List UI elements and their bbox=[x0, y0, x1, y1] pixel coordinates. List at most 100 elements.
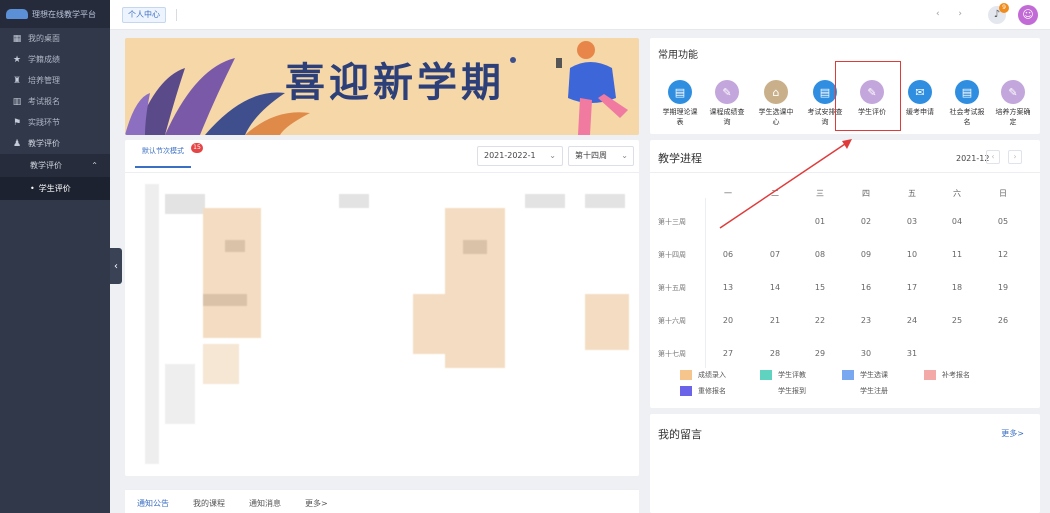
logo-text: 理想在线教学平台 bbox=[32, 9, 96, 19]
legend-swatch bbox=[924, 370, 936, 380]
calendar-day[interactable]: 16 bbox=[851, 283, 881, 292]
teaching-progress-panel: 教学进程 2021-12 ‹ › 一 二 三 四 五 六 日第十三周 01 02 03 04 05 第十… bbox=[650, 140, 1040, 408]
calendar-day[interactable]: 14 bbox=[760, 283, 790, 292]
calendar-day[interactable]: 01 bbox=[805, 217, 835, 226]
week-label: 第十五周 bbox=[658, 284, 686, 292]
calendar-day[interactable]: 23 bbox=[851, 316, 881, 325]
calendar-day[interactable]: 11 bbox=[942, 250, 972, 259]
function-item-1[interactable]: ✎ 课程成绩查询 bbox=[707, 80, 747, 127]
legend-item: 学生评教 bbox=[760, 370, 806, 380]
sidebar-item-3[interactable]: ▥ 考试报名 bbox=[0, 91, 110, 112]
calendar-day[interactable]: 31 bbox=[897, 349, 927, 358]
week-label: 第十四周 bbox=[658, 251, 686, 259]
calendar-day[interactable]: 22 bbox=[805, 316, 835, 325]
calendar-day[interactable]: 27 bbox=[713, 349, 743, 358]
banner-title: 喜迎新学期 bbox=[285, 59, 505, 106]
calendar-day[interactable]: 07 bbox=[760, 250, 790, 259]
tab-my-courses[interactable]: 我的课程 bbox=[193, 498, 225, 509]
logo[interactable]: 理想在线教学平台 bbox=[0, 0, 110, 28]
function-icon: ▤ bbox=[668, 80, 692, 104]
function-icon: ✉ bbox=[908, 80, 932, 104]
function-item-6[interactable]: ▤ 社会考试报名 bbox=[947, 80, 987, 127]
sidebar-item-label: 考试报名 bbox=[28, 97, 60, 106]
sidebar-item-0[interactable]: ▦ 我的桌面 bbox=[0, 28, 110, 49]
calendar-day[interactable]: 05 bbox=[988, 217, 1018, 226]
calendar-day[interactable]: 26 bbox=[988, 316, 1018, 325]
calendar-day[interactable]: 13 bbox=[713, 283, 743, 292]
calendar-day[interactable]: 06 bbox=[713, 250, 743, 259]
function-label: 社会考试报名 bbox=[949, 108, 985, 126]
divider bbox=[125, 172, 639, 173]
logo-icon bbox=[6, 9, 28, 19]
avatar[interactable]: ☺ bbox=[1018, 5, 1038, 25]
more-link[interactable]: 更多> bbox=[305, 498, 328, 509]
function-item-7[interactable]: ✎ 培养方案确定 bbox=[993, 80, 1033, 127]
legend-label: 学生注册 bbox=[860, 387, 888, 395]
sidebar-item-4[interactable]: ⚑ 实践环节 bbox=[0, 112, 110, 133]
prev-month-button[interactable]: ‹ bbox=[986, 150, 1000, 164]
legend-swatch bbox=[680, 370, 692, 380]
submenu: 教学评价 ⌃ • 学生评价 bbox=[0, 154, 110, 200]
course-panel: 默认节次模式 15 2021-2022-1 ⌄ 第十四周 ⌄ bbox=[125, 140, 639, 476]
calendar-day[interactable]: 02 bbox=[851, 217, 881, 226]
function-item-0[interactable]: ▤ 学期理论课表 bbox=[660, 80, 700, 127]
weekday-header: 二 bbox=[771, 189, 779, 198]
chevron-up-icon: ⌃ bbox=[91, 161, 98, 170]
tab-separator bbox=[176, 9, 177, 21]
sidebar-item-student-evaluation[interactable]: • 学生评价 bbox=[0, 177, 110, 200]
legend-item: 学生报到 bbox=[760, 386, 806, 396]
legend-swatch bbox=[842, 386, 854, 396]
legend-swatch bbox=[760, 370, 772, 380]
calendar-day[interactable]: 03 bbox=[897, 217, 927, 226]
tab-default-period-mode[interactable]: 默认节次模式 bbox=[135, 144, 191, 168]
sidebar-item-1[interactable]: ★ 学籍成绩 bbox=[0, 49, 110, 70]
more-link[interactable]: 更多> bbox=[1001, 428, 1024, 439]
calendar-day[interactable]: 04 bbox=[942, 217, 972, 226]
term-select[interactable]: 2021-2022-1 ⌄ bbox=[477, 146, 563, 166]
calendar-day[interactable]: 30 bbox=[851, 349, 881, 358]
submenu-header[interactable]: 教学评价 ⌃ bbox=[0, 154, 110, 177]
tab-nav-arrows[interactable]: ‹ › bbox=[936, 9, 970, 19]
function-icon: ⌂ bbox=[764, 80, 788, 104]
trophy-icon: ♜ bbox=[12, 75, 22, 86]
legend-label: 学生评教 bbox=[778, 371, 806, 379]
legend-label: 补考报名 bbox=[942, 371, 970, 379]
calendar-day[interactable]: 25 bbox=[942, 316, 972, 325]
calendar-day[interactable]: 19 bbox=[988, 283, 1018, 292]
tab-notifications[interactable]: 通知消息 bbox=[249, 498, 281, 509]
calendar-day[interactable]: 29 bbox=[805, 349, 835, 358]
function-label: 课程成绩查询 bbox=[709, 108, 745, 126]
function-label: 缓考申请 bbox=[906, 108, 934, 116]
sidebar-collapse-button[interactable]: ‹ bbox=[110, 248, 122, 284]
function-item-2[interactable]: ⌂ 学生选课中心 bbox=[756, 80, 796, 127]
calendar-day[interactable]: 20 bbox=[713, 316, 743, 325]
legend-item: 补考报名 bbox=[924, 370, 970, 380]
legend-swatch bbox=[760, 386, 772, 396]
sidebar-item-5[interactable]: ♟ 教学评价 bbox=[0, 133, 110, 154]
calendar-day[interactable]: 18 bbox=[942, 283, 972, 292]
sidebar-item-label: 实践环节 bbox=[28, 118, 60, 127]
tab-announcements[interactable]: 通知公告 bbox=[137, 498, 169, 509]
function-label: 培养方案确定 bbox=[995, 108, 1031, 126]
sidebar-menu: ▦ 我的桌面 ★ 学籍成绩 ♜ 培养管理 ▥ 考试报名 ⚑ 实践环节 ♟ 教学评价 bbox=[0, 28, 110, 154]
function-item-5[interactable]: ✉ 缓考申请 bbox=[900, 80, 940, 117]
calendar-day[interactable]: 21 bbox=[760, 316, 790, 325]
legend-label: 学生选课 bbox=[860, 371, 888, 379]
calendar-day[interactable]: 28 bbox=[760, 349, 790, 358]
calendar-day[interactable]: 15 bbox=[805, 283, 835, 292]
sidebar-item-2[interactable]: ♜ 培养管理 bbox=[0, 70, 110, 91]
weekday-header: 三 bbox=[816, 189, 824, 198]
tab-personal-center[interactable]: 个人中心 bbox=[122, 7, 166, 23]
legend-item: 重修报名 bbox=[680, 386, 726, 396]
calendar-day[interactable]: 10 bbox=[897, 250, 927, 259]
legend-item: 学生选课 bbox=[842, 370, 888, 380]
legend-item: 学生注册 bbox=[842, 386, 888, 396]
calendar-day[interactable]: 17 bbox=[897, 283, 927, 292]
function-icon: ✎ bbox=[1001, 80, 1025, 104]
calendar-day[interactable]: 08 bbox=[805, 250, 835, 259]
calendar-day[interactable]: 12 bbox=[988, 250, 1018, 259]
calendar-day[interactable]: 24 bbox=[897, 316, 927, 325]
calendar-day[interactable]: 09 bbox=[851, 250, 881, 259]
week-select[interactable]: 第十四周 ⌄ bbox=[568, 146, 634, 166]
next-month-button[interactable]: › bbox=[1008, 150, 1022, 164]
